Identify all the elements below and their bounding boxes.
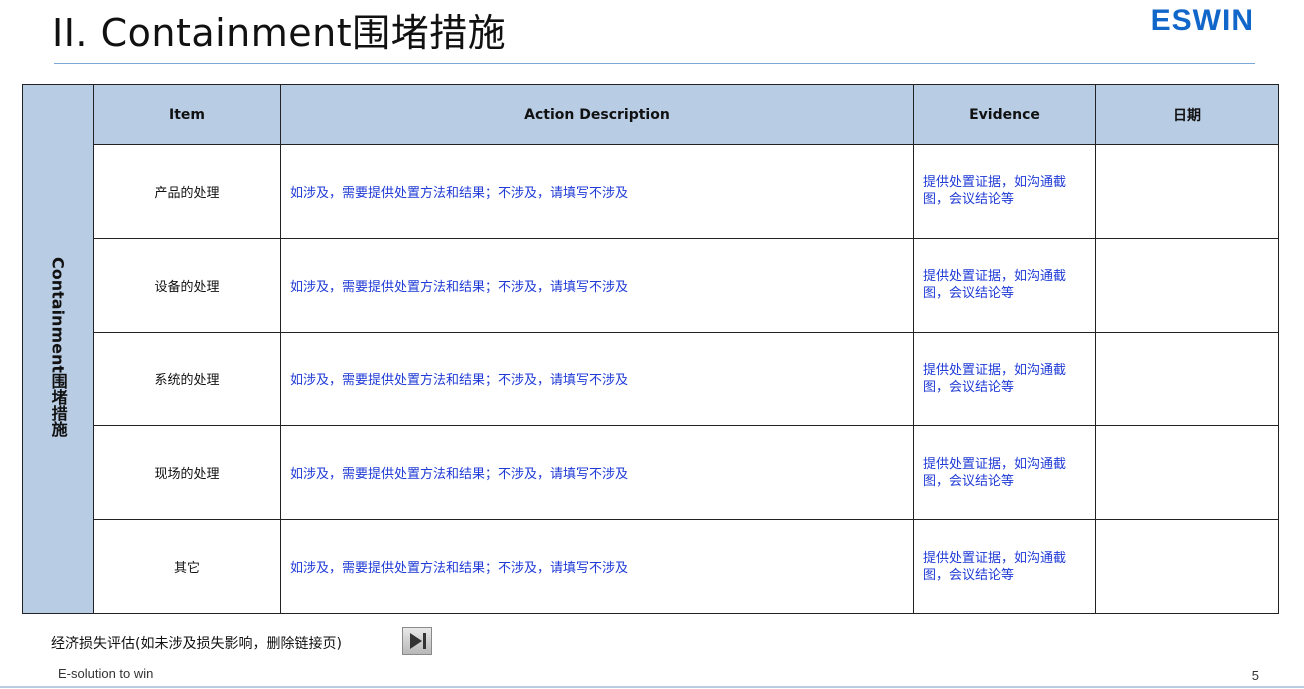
date-cell[interactable] <box>1095 331 1279 427</box>
bottom-divider <box>0 686 1304 688</box>
table-row: 现场的处理 如涉及，需要提供处置方法和结果；不涉及，请填写不涉及 提供处置证据，… <box>23 425 1279 521</box>
next-slide-button[interactable] <box>402 627 432 655</box>
item-cell[interactable]: 系统的处理 <box>93 331 281 427</box>
table-row: 系统的处理 如涉及，需要提供处置方法和结果；不涉及，请填写不涉及 提供处置证据，… <box>23 331 1279 427</box>
item-cell[interactable]: 其它 <box>93 519 281 614</box>
date-cell[interactable] <box>1095 144 1279 239</box>
item-cell[interactable]: 产品的处理 <box>93 144 281 239</box>
evidence-cell[interactable]: 提供处置证据，如沟通截图，会议结论等 <box>913 331 1096 427</box>
table-row: 其它 如涉及，需要提供处置方法和结果；不涉及，请填写不涉及 提供处置证据，如沟通… <box>23 519 1279 614</box>
page-title: II. Containment围堵措施 <box>52 11 507 55</box>
column-header-evidence: Evidence <box>913 84 1096 145</box>
date-cell[interactable] <box>1095 425 1279 521</box>
action-cell[interactable]: 如涉及，需要提供处置方法和结果；不涉及，请填写不涉及 <box>280 144 914 239</box>
column-header-action: Action Description <box>280 84 914 145</box>
action-cell[interactable]: 如涉及，需要提供处置方法和结果；不涉及，请填写不涉及 <box>280 331 914 427</box>
column-header-item: Item <box>93 84 281 145</box>
eswin-logo: ESWIN <box>1150 4 1254 37</box>
containment-table-wrapper: Containment围堵措施 Item Action Description … <box>22 84 1279 614</box>
item-cell[interactable]: 现场的处理 <box>93 425 281 521</box>
item-cell[interactable]: 设备的处理 <box>93 237 281 333</box>
evidence-cell[interactable]: 提供处置证据，如沟通截图，会议结论等 <box>913 237 1096 333</box>
evidence-cell[interactable]: 提供处置证据，如沟通截图，会议结论等 <box>913 519 1096 614</box>
title-divider <box>54 63 1255 64</box>
next-slide-icon <box>410 633 426 649</box>
side-header-cell: Containment围堵措施 <box>22 84 94 614</box>
table-row: 产品的处理 如涉及，需要提供处置方法和结果；不涉及，请填写不涉及 提供处置证据，… <box>23 144 1279 239</box>
loss-evaluation-note: 经济损失评估(如未涉及损失影响，删除链接页) <box>51 636 342 652</box>
action-cell[interactable]: 如涉及，需要提供处置方法和结果；不涉及，请填写不涉及 <box>280 519 914 614</box>
evidence-cell[interactable]: 提供处置证据，如沟通截图，会议结论等 <box>913 425 1096 521</box>
evidence-cell[interactable]: 提供处置证据，如沟通截图，会议结论等 <box>913 144 1096 239</box>
date-cell[interactable] <box>1095 237 1279 333</box>
date-cell[interactable] <box>1095 519 1279 614</box>
footer-slogan: E-solution to win <box>58 666 154 681</box>
page-number: 5 <box>1251 668 1259 683</box>
side-label: Containment围堵措施 <box>48 256 68 437</box>
containment-table: Containment围堵措施 Item Action Description … <box>22 84 1279 614</box>
column-header-date: 日期 <box>1095 84 1279 145</box>
action-cell[interactable]: 如涉及，需要提供处置方法和结果；不涉及，请填写不涉及 <box>280 237 914 333</box>
table-row: 设备的处理 如涉及，需要提供处置方法和结果；不涉及，请填写不涉及 提供处置证据，… <box>23 237 1279 333</box>
action-cell[interactable]: 如涉及，需要提供处置方法和结果；不涉及，请填写不涉及 <box>280 425 914 521</box>
table-header-row: Containment围堵措施 Item Action Description … <box>22 84 1279 614</box>
